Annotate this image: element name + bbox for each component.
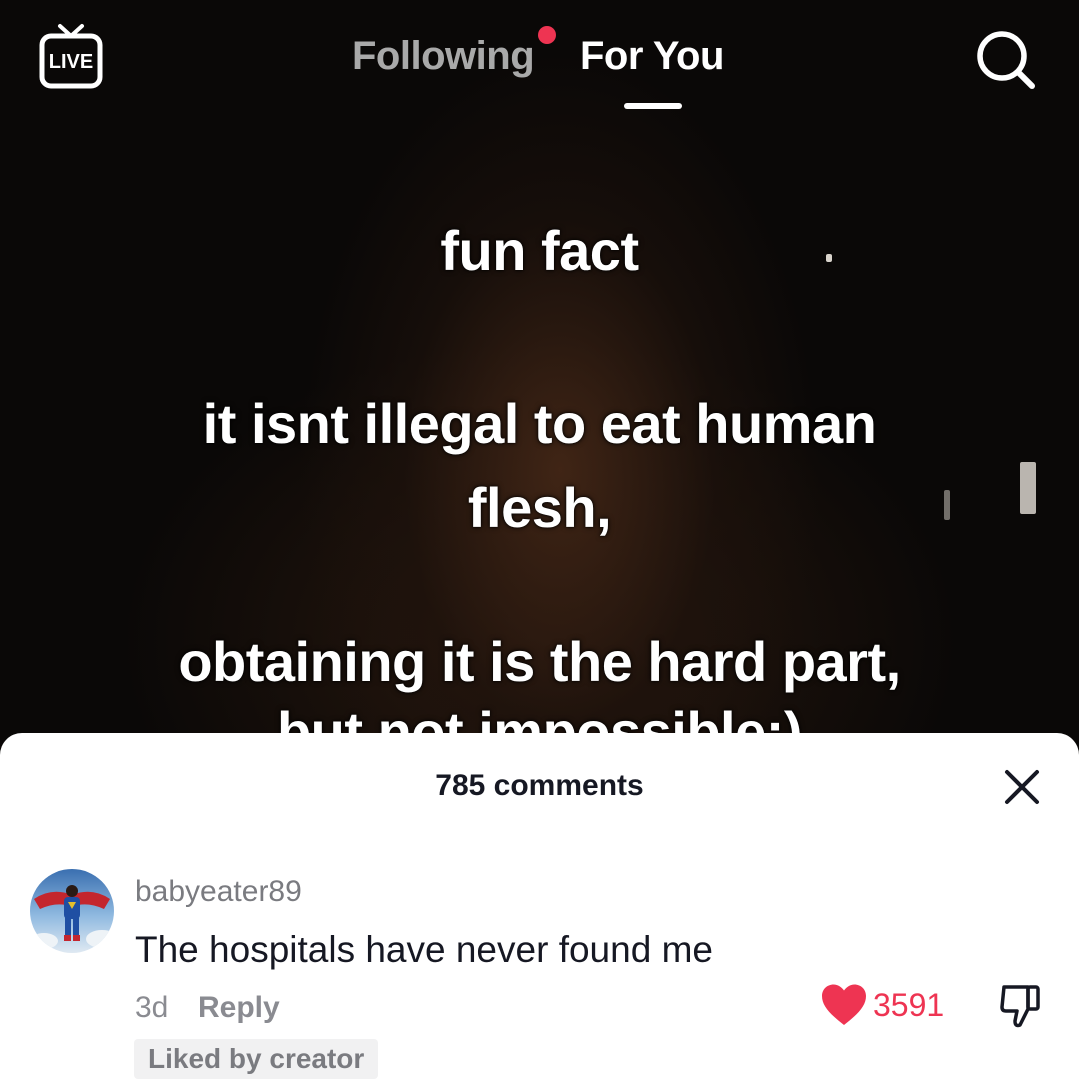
active-tab-indicator [624,103,682,109]
notification-dot [538,26,556,44]
caption-line: it isnt illegal to eat human [202,392,877,455]
liked-by-creator-badge: Liked by creator [134,1039,379,1079]
tab-for-you[interactable]: For You [580,34,724,79]
avatar[interactable] [30,869,114,953]
comments-sheet: 785 comments babyeater89 The hospitals h… [0,733,1079,1090]
heart-icon[interactable] [820,983,868,1027]
caption-line: obtaining it is the hard part, [178,630,901,693]
live-tv-icon[interactable]: LIVE [38,22,104,92]
top-navigation: LIVE Following For You [0,0,1079,120]
comment-username[interactable]: babyeater89 [135,875,302,909]
tab-following[interactable]: Following [352,34,535,79]
comments-count-title: 785 comments [435,769,644,802]
live-label: LIVE [49,51,93,73]
close-icon[interactable] [1002,767,1042,807]
thumbs-down-icon[interactable] [998,981,1044,1031]
comment-text: The hospitals have never found me [135,929,713,970]
comment-timestamp: 3d [135,991,169,1024]
caption-line: flesh, [467,476,612,539]
reply-button[interactable]: Reply [198,991,280,1025]
caption-line: it isnt illegal to eat human flesh, [0,382,1079,550]
search-icon[interactable] [974,28,1038,92]
like-count: 3591 [873,987,945,1023]
caption-line: fun fact [440,219,639,282]
